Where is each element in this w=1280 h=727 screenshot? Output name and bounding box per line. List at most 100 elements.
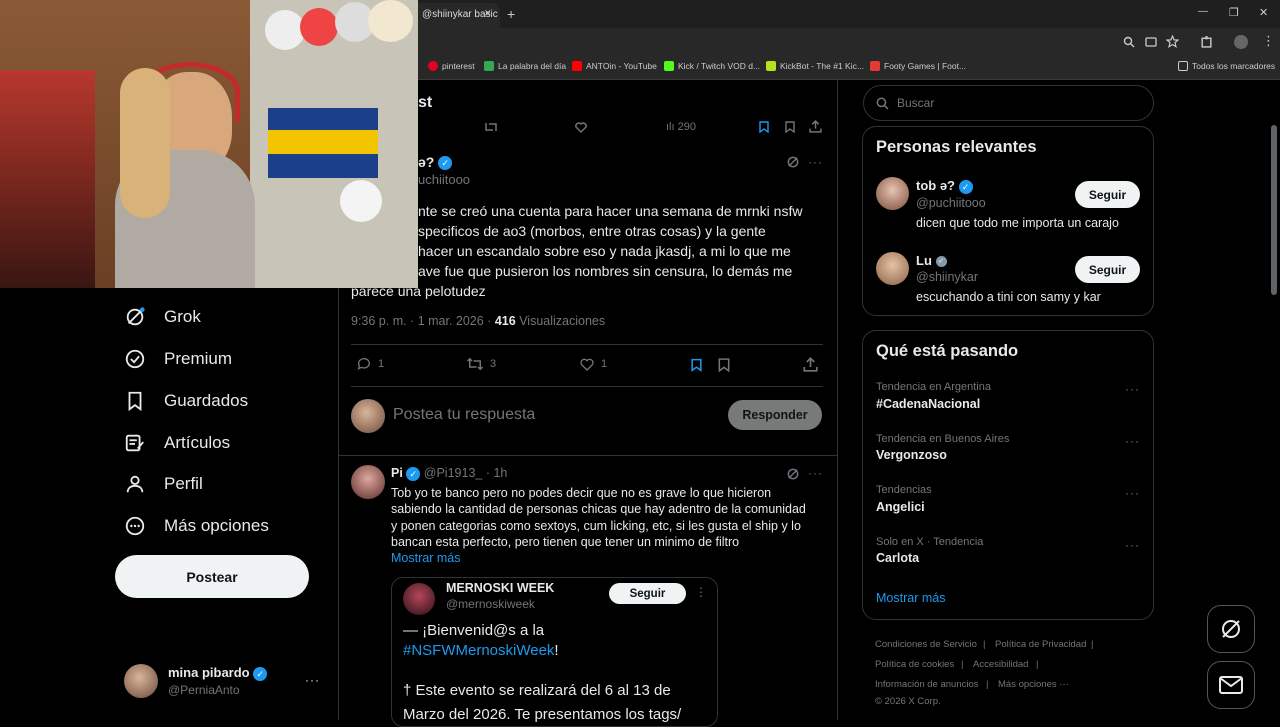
kickbot-icon — [766, 61, 776, 71]
all-bookmarks[interactable]: Todos los marcadores — [1178, 61, 1275, 71]
reply-more-button[interactable]: ··· — [808, 466, 823, 480]
grok-icon[interactable] — [786, 155, 800, 169]
footer-link[interactable]: Condiciones de Servicio — [875, 639, 977, 650]
person-name-row[interactable]: tob ə? ✓ — [916, 178, 973, 194]
gaming-chair — [0, 70, 95, 288]
person-avatar[interactable] — [876, 252, 909, 285]
reply-time: · 1h — [485, 466, 508, 480]
grok-icon[interactable] — [786, 467, 800, 481]
bookmark-icon[interactable] — [784, 121, 796, 133]
share-icon[interactable] — [809, 120, 822, 133]
trend-context: Solo en X · Tendencia — [876, 536, 984, 548]
new-tab-button[interactable]: + — [507, 6, 515, 22]
bookmark-icon[interactable] — [717, 357, 731, 373]
grok-bookmark-icon[interactable] — [690, 358, 703, 372]
reply-author-row[interactable]: Pi ✓ @Pi1913_ · 1h — [391, 466, 507, 481]
bookmark-kickbot[interactable]: KickBot - The #1 Kic... — [766, 61, 864, 71]
nav-grok[interactable]: Grok — [124, 306, 201, 328]
tweet-more-button[interactable]: ··· — [808, 155, 823, 169]
retweet-action[interactable]: 3 — [466, 356, 496, 372]
footer-separator: | — [986, 679, 989, 690]
follow-button[interactable]: Seguir — [1075, 181, 1140, 208]
post-button[interactable]: Postear — [115, 555, 309, 598]
trend-more-button[interactable]: ··· — [1125, 538, 1140, 552]
reply-text-line: sabiendo la cantidad de personas chicas … — [391, 502, 806, 516]
trends-title: Qué está pasando — [876, 342, 1019, 360]
trend-item[interactable]: Vergonzoso — [876, 448, 947, 462]
divider — [338, 455, 838, 456]
premium-icon — [125, 349, 145, 369]
account-name-row[interactable]: mina pibardo ✓ — [168, 665, 268, 681]
nav-perfil[interactable]: Perfil — [124, 473, 203, 495]
trend-more-button[interactable]: ··· — [1125, 486, 1140, 500]
footer-link[interactable]: Información de anuncios — [875, 679, 979, 690]
trend-item[interactable]: Angelici — [876, 500, 925, 514]
trend-item[interactable]: Carlota — [876, 551, 919, 565]
trends-show-more[interactable]: Mostrar más — [876, 591, 945, 605]
reply-action[interactable]: 1 — [356, 356, 384, 372]
bookmark-youtube[interactable]: ANTOin - YouTube — [572, 61, 657, 71]
footer-link[interactable]: Más opciones ··· — [998, 679, 1069, 690]
articles-icon — [125, 434, 144, 452]
trend-more-button[interactable]: ··· — [1125, 434, 1140, 448]
search-input[interactable]: Buscar — [863, 85, 1154, 121]
divider — [351, 386, 823, 387]
grok-icon — [1222, 620, 1240, 638]
account-avatar[interactable] — [124, 664, 158, 698]
footer-link[interactable]: Política de Privacidad — [995, 639, 1086, 650]
window-close-button[interactable]: ✕ — [1259, 6, 1268, 19]
grok-bookmark-icon[interactable] — [758, 121, 770, 133]
cast-icon[interactable] — [1145, 36, 1157, 48]
page-scrollbar[interactable] — [1271, 125, 1277, 295]
window-minimize-button[interactable]: — — [1198, 6, 1208, 17]
follow-button[interactable]: Seguir — [1075, 256, 1140, 283]
reply-input[interactable]: Postea tu respuesta — [393, 406, 535, 424]
bookmark-pinterest[interactable]: pinterest — [428, 61, 475, 71]
like-action[interactable]: 1 — [579, 356, 607, 372]
star-icon[interactable] — [1166, 35, 1179, 48]
window-maximize-button[interactable]: ❐ — [1229, 6, 1239, 19]
person-handle: @shiinykar — [916, 270, 979, 284]
zoom-icon[interactable] — [1123, 36, 1135, 48]
tab-close-icon[interactable]: ✕ — [484, 8, 492, 19]
reply-text-line: Tob yo te banco pero no podes decir que … — [391, 486, 772, 500]
views-count[interactable]: ılı 290 — [666, 121, 696, 133]
footer-separator: | — [1036, 659, 1039, 670]
hashtag-link[interactable]: #NSFWMernoskiWeek — [403, 642, 554, 659]
nav-mas-opciones[interactable]: Más opciones — [124, 515, 269, 537]
tweet-views-label: Visualizaciones — [519, 314, 606, 328]
bookmark-footy[interactable]: Footy Games | Foot... — [870, 61, 966, 71]
quoted-follow-button[interactable]: Seguir — [609, 583, 686, 604]
nav-premium[interactable]: Premium — [124, 348, 232, 370]
person-avatar[interactable] — [876, 177, 909, 210]
browser-menu-icon[interactable]: ⋮ — [1262, 33, 1275, 49]
extensions-icon[interactable] — [1200, 35, 1213, 48]
retweet-icon[interactable] — [484, 121, 498, 133]
verified-badge-icon: ✓ — [935, 256, 947, 268]
nav-guardados[interactable]: Guardados — [124, 390, 248, 412]
trend-item[interactable]: #CadenaNacional — [876, 397, 980, 411]
heart-icon[interactable] — [574, 121, 588, 133]
nav-articulos[interactable]: Artículos — [124, 432, 230, 454]
bookmark-palabra[interactable]: La palabra del día — [484, 61, 566, 71]
trend-context: Tendencia en Argentina — [876, 381, 991, 393]
share-icon[interactable] — [803, 357, 818, 372]
profile-avatar-icon[interactable] — [1234, 35, 1248, 49]
person-name-row[interactable]: Lu ✓ — [916, 253, 947, 268]
reply-show-more[interactable]: Mostrar más — [391, 551, 460, 565]
reply-button[interactable]: Responder — [728, 400, 822, 430]
account-more-button[interactable]: ··· — [305, 673, 320, 687]
quoted-author-name: MERNOSKI WEEK — [446, 581, 555, 595]
grok-fab-button[interactable] — [1207, 605, 1255, 653]
footer-link[interactable]: Política de cookies — [875, 659, 954, 670]
messages-fab-button[interactable] — [1207, 661, 1255, 709]
footer-link[interactable]: Accesibilidad — [973, 659, 1028, 670]
reply-avatar[interactable] — [351, 465, 385, 499]
verified-badge-icon: ✓ — [438, 156, 453, 171]
tweet-time: 9:36 p. m. · 1 mar. 2026 · — [351, 314, 492, 328]
bookmark-kick[interactable]: Kick / Twitch VOD d... — [664, 61, 760, 71]
tweet-author-row[interactable]: ə? ✓ — [418, 154, 453, 171]
quoted-more-icon[interactable]: ⋮ — [695, 585, 707, 599]
trend-more-button[interactable]: ··· — [1125, 382, 1140, 396]
ball-decoration — [300, 8, 338, 46]
